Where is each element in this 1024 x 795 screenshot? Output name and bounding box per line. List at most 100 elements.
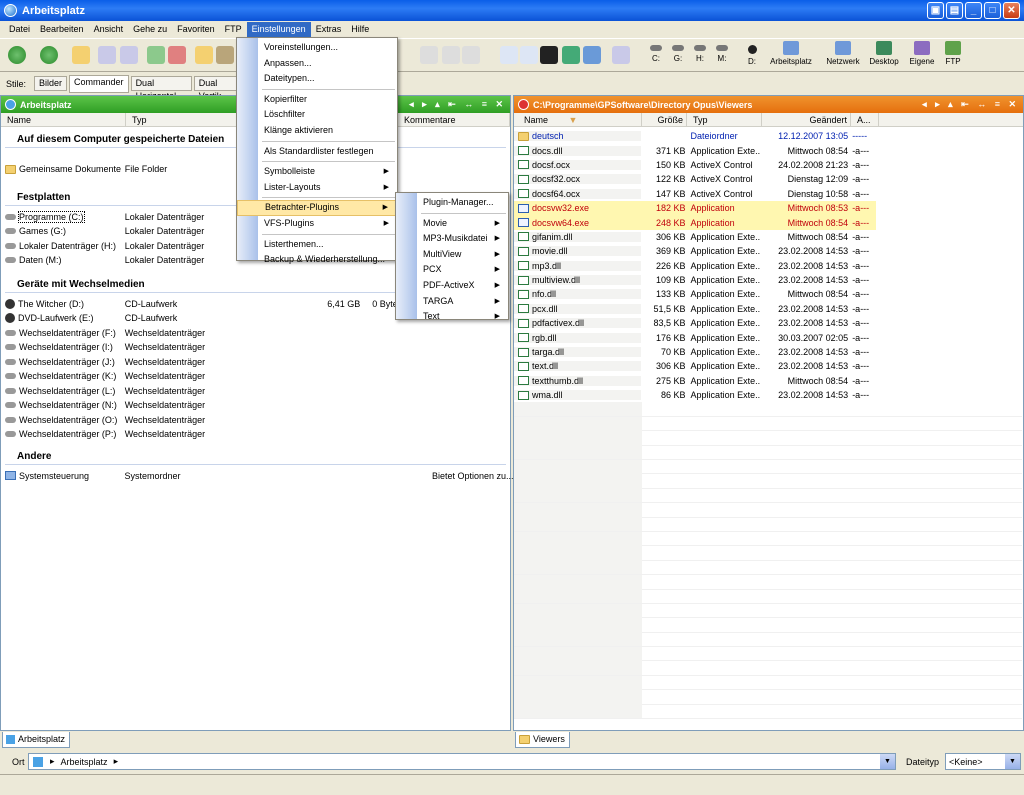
column-comments[interactable]: Kommentare [398,113,510,126]
menu-einstellungen[interactable]: Einstellungen [246,22,311,37]
column-type[interactable]: Typ [687,113,762,126]
shortcut-ftp-button[interactable]: FTP [942,41,964,66]
file-row[interactable]: textthumb.dll 275 KB Application Exte... Mi… [514,374,876,388]
drive-d-button[interactable]: D: [740,41,764,66]
menu-datei[interactable]: Datei [4,22,35,37]
file-row[interactable]: mp3.dll 226 KB Application Exte... 23.02.20… [514,259,876,273]
column-modified[interactable]: Geändert [762,113,851,126]
menu-favoriten[interactable]: Favoriten [172,22,220,37]
rename-icon[interactable] [216,46,234,64]
move-icon[interactable] [168,46,186,64]
window-layout-icon[interactable]: ▤ [946,2,963,19]
file-row[interactable]: docsf32.ocx 122 KB ActiveX Control Dienstag… [514,172,876,186]
file-row[interactable]: docsf64.ocx 147 KB ActiveX Control Dienstag… [514,187,876,201]
list-item[interactable]: Wechseldatenträger (N:) Wechseldatenträge… [1,398,510,413]
list-item[interactable]: Wechseldatenträger (I:) Wechseldatenträge… [1,340,510,355]
network-tool-icon[interactable] [562,46,580,64]
menu-item-text[interactable]: Text ▶ [396,309,508,325]
help-icon[interactable] [500,46,518,64]
drive-h-button[interactable]: H: [688,41,712,63]
menu-item-dateitypen[interactable]: Dateitypen... [237,71,397,87]
filetype-dropdown-icon[interactable]: ▼ [1005,754,1020,769]
list-item[interactable]: Wechseldatenträger (O:) Wechseldatenträge… [1,413,510,428]
file-row[interactable]: gifanim.dll 306 KB Application Exte... Mitt… [514,230,876,244]
pane-controls[interactable]: ◂ ▸ ▴ ⇤ ↔ ≡ ✕ [409,99,506,110]
style-tab-dual-horizontal[interactable]: Dual Horizontal [130,76,192,101]
shortcut-netzwerk-button[interactable]: Netzwerk [822,41,864,66]
file-row[interactable]: multiview.dll 109 KB Application Exte... 23… [514,273,876,287]
menu-gehe-zu[interactable]: Gehe zu [128,22,172,37]
file-row[interactable]: pcx.dll 51,5 KB Application Exte... 23.02.2… [514,302,876,316]
minimize-button[interactable]: _ [965,2,982,19]
file-row[interactable]: nfo.dll 133 KB Application Exte... Mittwoch… [514,287,876,301]
menu-item-pdf-activex[interactable]: PDF-ActiveX ▶ [396,278,508,294]
drive-c-button[interactable]: C: [644,41,668,63]
shortcut-eigene-button[interactable]: Eigene [908,41,936,66]
list-item[interactable]: Wechseldatenträger (K:) Wechseldatenträge… [1,369,510,384]
list-item[interactable]: Wechseldatenträger (J:) Wechseldatenträge… [1,355,510,370]
menu-item-targa[interactable]: TARGA ▶ [396,294,508,310]
list-item[interactable]: Wechseldatenträger (F:) Wechseldatenträge… [1,326,510,341]
select-icon[interactable] [98,46,116,64]
style-tab-dual-vertik[interactable]: Dual Vertik [193,76,240,101]
menu-extras[interactable]: Extras [311,22,347,37]
parent-folder-icon[interactable] [72,46,90,64]
file-row[interactable]: movie.dll 369 KB Application Exte... 23.02.… [514,244,876,258]
drive-m-button[interactable]: M: [710,41,734,63]
menu-item-voreinstellungen[interactable]: Voreinstellungen... [237,40,397,56]
menu-item-vfs-plugins[interactable]: VFS-Plugins ▶ [237,216,397,232]
style-tab-bilder[interactable]: Bilder [34,76,68,91]
file-row[interactable]: targa.dll 70 KB Application Exte... 23.02.2… [514,345,876,359]
menu-item-kopierfilter[interactable]: Kopierfilter [237,92,397,108]
menu-item-betrachter-plugins[interactable]: Betrachter-Plugins ▶ [237,200,397,216]
style-tab-commander[interactable]: Commander [69,74,129,93]
back-icon[interactable] [8,46,26,64]
sync-icon[interactable] [583,46,601,64]
location-field[interactable]: ▸ Arbeitsplatz ▸ ▼ [28,753,896,770]
tab-arbeitsplatz[interactable]: Arbeitsplatz [2,732,71,748]
list-item[interactable]: Wechseldatenträger (P:) Wechseldatenträge… [1,427,510,442]
file-row[interactable]: wma.dll 86 KB Application Exte... 23.02.200… [514,388,876,402]
menu-bearbeiten[interactable]: Bearbeiten [35,22,89,37]
menu-item-kl-nge-aktivieren[interactable]: Klänge aktivieren [237,123,397,139]
shortcut-arbeitsplatz-button[interactable]: Arbeitsplatz [768,41,814,66]
edit-icon[interactable] [462,46,480,64]
restore-layout-icon[interactable]: ▣ [927,2,944,19]
menu-item-multiview[interactable]: MultiView ▶ [396,247,508,263]
file-row[interactable]: rgb.dll 176 KB Application Exte... 30.03.20… [514,330,876,344]
menu-item-symbolleiste[interactable]: Symbolleiste ▶ [237,164,397,180]
close-button[interactable]: ✕ [1003,2,1020,19]
file-row[interactable]: docs.dll 371 KB Application Exte... Mittwoc… [514,143,876,157]
file-row[interactable]: docsvw32.exe 182 KB Application Mittwoch 08… [514,200,876,216]
file-row[interactable]: text.dll 306 KB Application Exte... 23.02.2… [514,359,876,373]
menu-item-als-standardlister-festlegen[interactable]: Als Standardlister festlegen [237,144,397,160]
menu-item-anpassen[interactable]: Anpassen... [237,56,397,72]
menu-item-pcx[interactable]: PCX ▶ [396,262,508,278]
column-attributes[interactable]: A... [851,113,879,126]
new-folder-icon[interactable] [195,46,213,64]
menu-ftp[interactable]: FTP [220,22,247,37]
column-name[interactable]: Name [1,113,126,126]
tab-viewers[interactable]: Viewers [515,732,570,748]
menu-item-lister-layouts[interactable]: Lister-Layouts ▶ [237,180,397,196]
list-item[interactable]: Systemsteuerung Systemordner Bietet Option… [1,469,514,484]
location-dropdown-icon[interactable]: ▼ [880,754,895,769]
forward-icon[interactable] [40,46,58,64]
file-row[interactable]: pdfactivex.dll 83,5 KB Application Exte...… [514,316,876,330]
filetype-select[interactable]: <Keine> ▼ [945,753,1021,770]
pane-controls[interactable]: ◂ ▸ ▴ ⇤ ↔ ≡ ✕ [922,99,1019,110]
menu-ansicht[interactable]: Ansicht [89,22,129,37]
maximize-button[interactable]: □ [984,2,1001,19]
menu-item-backup-wiederherstellung[interactable]: Backup & Wiederherstellung... [237,252,397,268]
column-size[interactable]: Größe [642,113,687,126]
list-item[interactable]: Wechseldatenträger (L:) Wechseldatenträge… [1,384,510,399]
column-name[interactable]: Name ▼ [514,113,642,126]
properties-icon[interactable] [420,46,438,64]
menu-item-listerthemen[interactable]: Listerthemen... [237,237,397,253]
menu-item-movie[interactable]: Movie ▶ [396,216,508,232]
menu-item-mp3-musikdatei[interactable]: MP3-Musikdatei ▶ [396,231,508,247]
pointer-icon[interactable] [612,46,630,64]
shortcut-desktop-button[interactable]: Desktop [868,41,900,66]
copy-icon[interactable] [147,46,165,64]
command-prompt-icon[interactable] [540,46,558,64]
